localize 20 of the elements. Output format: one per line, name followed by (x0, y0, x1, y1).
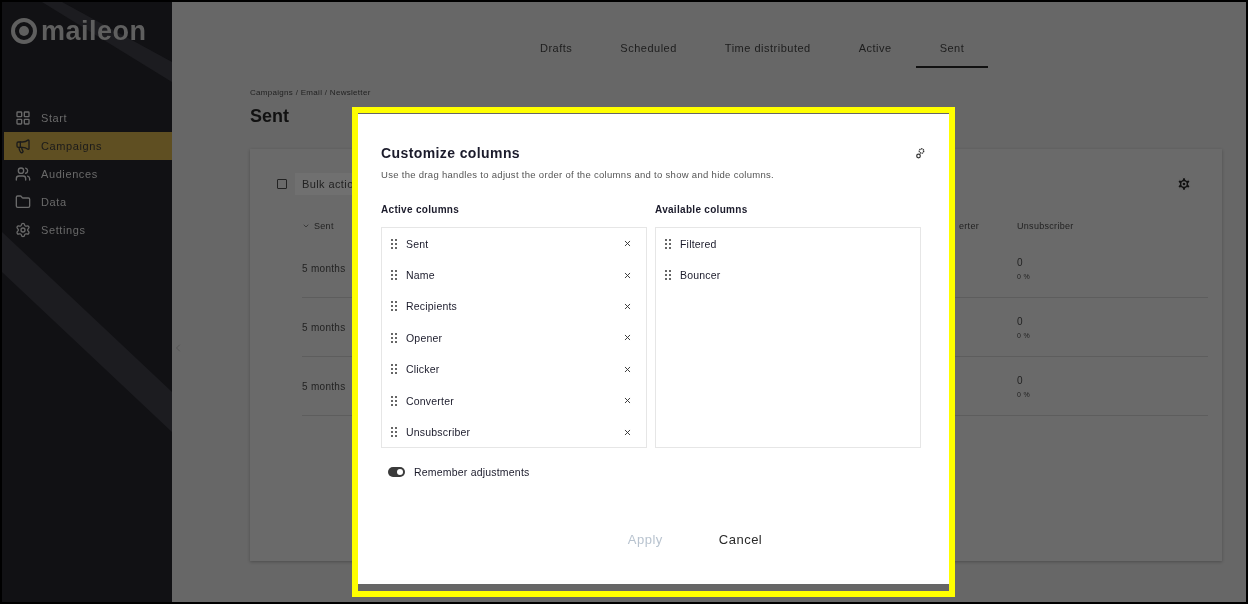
column-name: Clicker (406, 363, 441, 376)
column-name: Sent (406, 237, 430, 250)
dialog-description: Use the drag handles to adjust the order of the columns and to show and hide columns. (381, 169, 776, 180)
column-name: Opener (406, 331, 444, 344)
page-title: Sent (250, 106, 290, 127)
column-name: Recipients (406, 300, 459, 313)
column-name: Bouncer (680, 269, 722, 282)
column-name: Converter (406, 394, 455, 407)
toggle-label: Remember adjustments (414, 466, 530, 478)
column-name: Filtered (680, 237, 718, 250)
table-cell-text: 0 (1017, 374, 1024, 386)
column-name: Name (406, 269, 436, 282)
dialog-title: Customize columns (381, 145, 521, 161)
table-cell-text: 0 (1017, 315, 1024, 327)
column-heading: Available columns (655, 204, 749, 215)
column-name: Unsubscriber (406, 426, 472, 439)
table-cell-text: 0 (1017, 256, 1024, 268)
breadcrumb: Campaigns / Email / Newsletter (250, 88, 372, 97)
column-heading: Active columns (381, 204, 461, 215)
logo-text: maileon (41, 15, 147, 47)
